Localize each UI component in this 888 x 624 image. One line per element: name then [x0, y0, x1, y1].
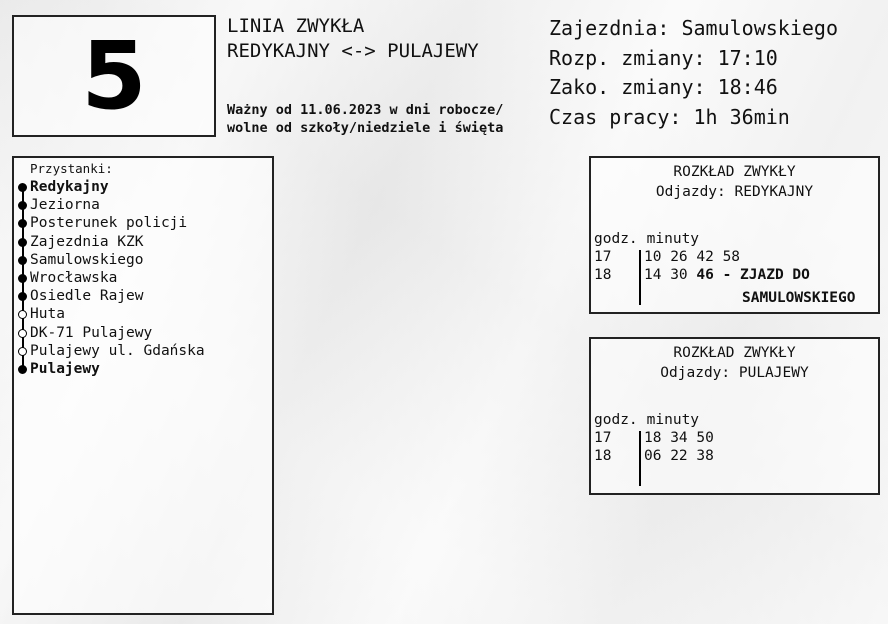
stop-item: Huta [14, 305, 264, 325]
stop-name: Samulowskiego [30, 251, 144, 268]
stop-name: Osiedle Rajew [30, 288, 144, 305]
stop-item: Pulajewy ul. Gdańska [14, 341, 264, 361]
stop-marker-filled-icon [18, 255, 27, 265]
stop-name: DK-71 Pulajewy [30, 324, 153, 341]
stop-marker-filled-icon [18, 364, 27, 374]
timetable-row: 18 06 22 38 [594, 447, 874, 465]
minutes-text: 18 34 50 [644, 430, 714, 446]
stops-panel: Przystanki: Redykajny Jeziorna Posterunek … [12, 156, 274, 615]
stop-item: Osiedle Rajew [14, 287, 264, 307]
timetable-headers: godz. minuty [594, 410, 699, 430]
minutes-header: minuty [646, 412, 700, 428]
stop-name: Zajezdnia KZK [30, 233, 144, 250]
stop-item: Posterunek policji [14, 214, 264, 234]
last-course-minute: 46 [696, 267, 714, 283]
stop-item: Wrocławska [14, 268, 264, 288]
stop-marker-filled-icon [18, 237, 27, 247]
stop-marker-hollow-icon [18, 310, 27, 320]
shift-start: Rozp. zmiany: 17:10 [549, 45, 778, 70]
stop-item: Zajezdnia KZK [14, 232, 264, 252]
minutes-cell: 14 30 46 - ZJAZD DO [644, 266, 874, 284]
stop-marker-filled-icon [18, 273, 27, 283]
hour-cell: 18 [594, 267, 612, 283]
timetable-redykajny: ROZKŁAD ZWYKŁY Odjazdy: REDYKAJNY godz. m… [589, 156, 880, 314]
hours-header: godz. [594, 231, 638, 247]
minutes-text: 06 22 38 [644, 448, 714, 464]
stops-list: Redykajny Jeziorna Posterunek policji Zajez… [14, 178, 264, 378]
timetable-headers: godz. minuty [594, 229, 699, 249]
stop-item: Pulajewy [14, 359, 264, 378]
line-route: REDYKAJNY <-> PULAJEWY [227, 40, 479, 62]
timetable-direction: Odjazdy: REDYKAJNY [655, 184, 814, 200]
hour-cell: 18 [594, 448, 612, 464]
hour-cell: 17 [594, 430, 612, 446]
timetable-row: 18 14 30 46 - ZJAZD DO [594, 266, 874, 284]
stop-marker-hollow-icon [18, 328, 27, 338]
timetable-pulajewy: ROZKŁAD ZWYKŁY Odjazdy: PULAJEWY godz. mi… [589, 337, 880, 495]
shift-end: Zako. zmiany: 18:46 [549, 75, 778, 99]
stop-item: Redykajny [14, 178, 264, 197]
line-number: 5 [81, 22, 147, 131]
depot: Zajezdnia: Samulowskiego [549, 16, 838, 40]
line-number-box: 5 [12, 15, 216, 137]
timetable-direction: Odjazdy: PULAJEWY [660, 365, 809, 381]
stop-marker-hollow-icon [18, 346, 27, 356]
stop-item: DK-71 Pulajewy [14, 323, 264, 343]
stop-name: Pulajewy ul. Gdańska [30, 342, 205, 359]
stop-marker-filled-icon [18, 183, 27, 192]
minutes-text: 14 30 [644, 267, 688, 283]
stop-marker-filled-icon [18, 201, 27, 211]
stop-name: Redykajny [30, 179, 109, 195]
depot-return-note: - ZJAZD DO [722, 267, 810, 283]
timetable-title: ROZKŁAD ZWYKŁY [673, 345, 796, 361]
minutes-cell: 10 26 42 58 [644, 248, 874, 266]
shift-info: Zajezdnia: Samulowskiego Rozp. zmiany: 1… [549, 14, 838, 132]
stop-marker-filled-icon [18, 219, 27, 229]
hour-cell: 17 [594, 249, 612, 265]
minutes-text: 10 26 42 58 [644, 249, 741, 265]
depot-return-note-line-2: SAMULOWSKIEGO [742, 290, 856, 306]
minutes-cell: 18 34 50 [644, 429, 874, 447]
validity-line-2: wolne od szkoły/niedziele i święta [227, 120, 504, 136]
stop-name: Posterunek policji [30, 215, 188, 232]
timetable-row: 17 18 34 50 [594, 429, 874, 447]
timetable-rows: 17 18 34 50 18 06 22 38 [594, 429, 874, 465]
stop-name: Wrocławska [30, 269, 118, 286]
timetable-rows: 17 10 26 42 58 18 14 30 46 - ZJAZD DO [594, 248, 874, 284]
line-header: LINIA ZWYKŁA REDYKAJNY <-> PULAJEWY [227, 14, 547, 64]
timetable-title: ROZKŁAD ZWYKŁY [673, 164, 796, 180]
stop-name: Huta [30, 306, 65, 323]
hours-header: godz. [594, 412, 638, 428]
stop-item: Samulowskiego [14, 250, 264, 270]
stops-title: Przystanki: [30, 161, 113, 176]
stop-name: Jeziorna [30, 197, 100, 214]
timetable-row: 17 10 26 42 58 [594, 248, 874, 266]
stop-name: Pulajewy [30, 360, 100, 377]
stop-marker-filled-icon [18, 292, 27, 302]
stop-item: Jeziorna [14, 196, 264, 216]
work-time: Czas pracy: 1h 36min [549, 104, 790, 129]
minutes-cell: 06 22 38 [644, 447, 874, 465]
validity-note: Ważny od 11.06.2023 w dni robocze/ wolne… [227, 101, 503, 137]
minutes-header: minuty [646, 231, 700, 247]
line-type: LINIA ZWYKŁA [227, 15, 365, 37]
validity-line-1: Ważny od 11.06.2023 w dni robocze/ [227, 102, 504, 118]
